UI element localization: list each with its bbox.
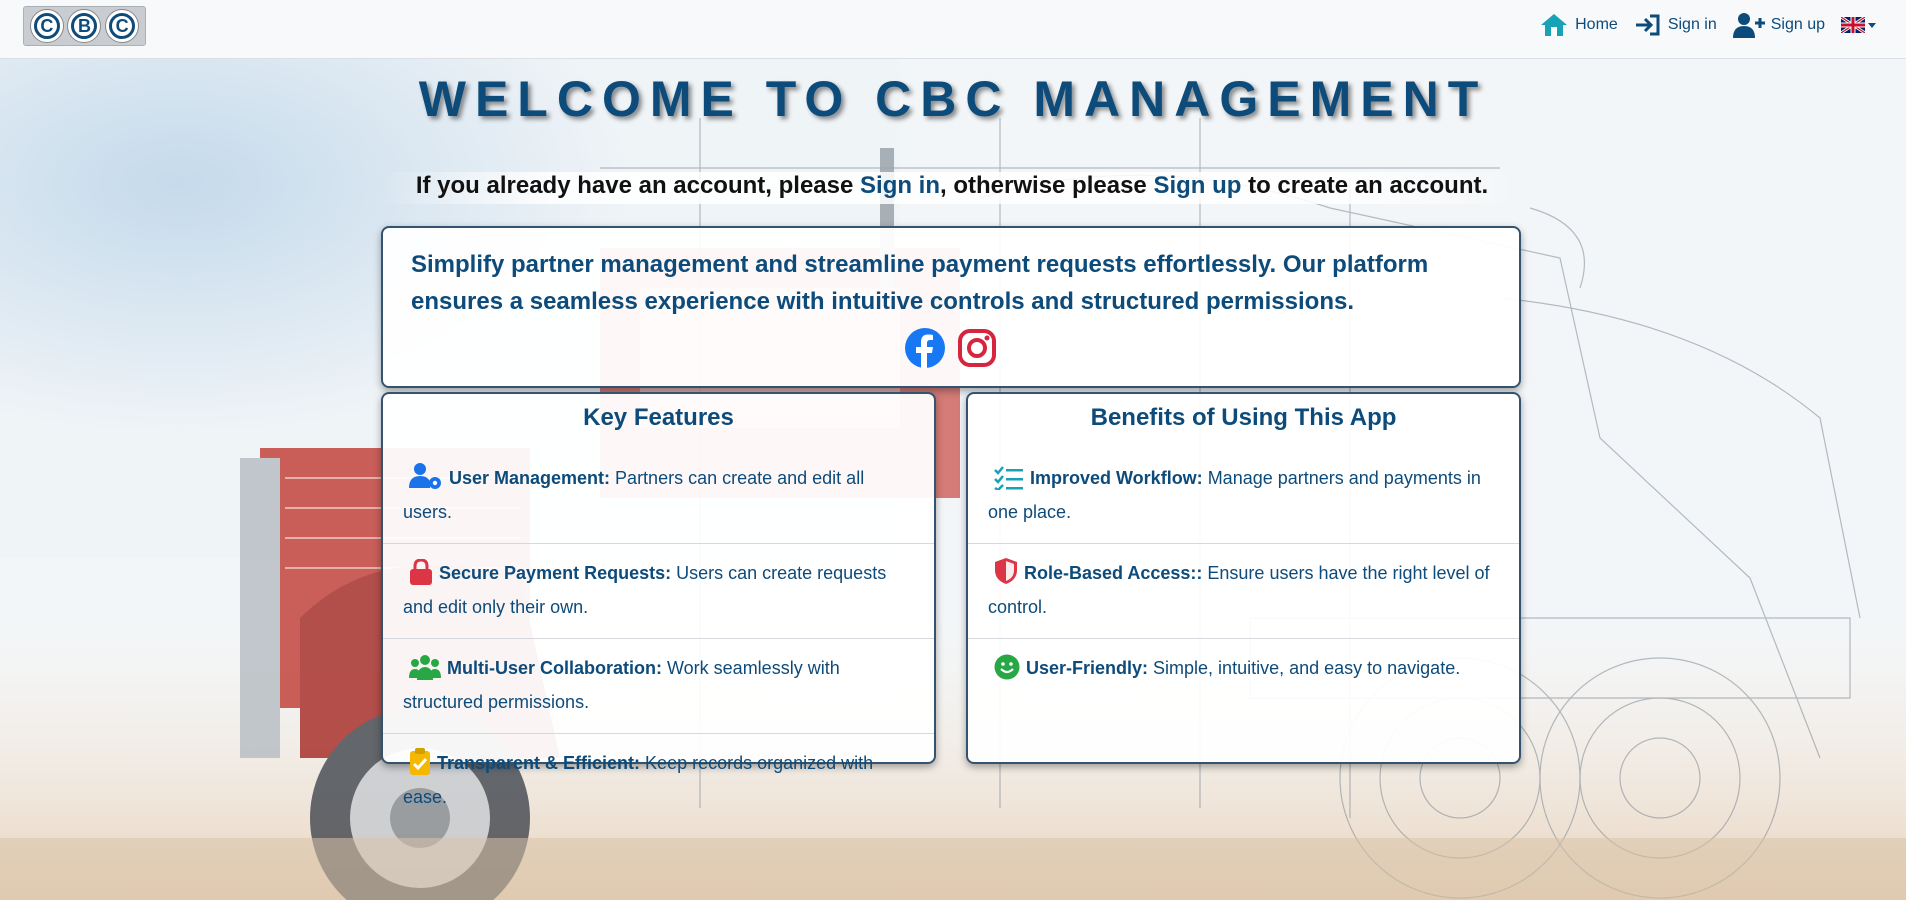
nav-signin-label: Sign in [1667,16,1717,33]
nav-home-link[interactable]: Home [1539,12,1618,38]
shield-icon [995,558,1017,584]
intro-suffix: to create an account. [1241,172,1489,199]
intro-text: If you already have an account, please S… [380,172,1524,204]
benefit-text: Simple, intuitive, and easy to navigate. [1148,658,1461,678]
intro-signin-link[interactable]: Sign in [860,172,940,199]
features-heading: Key Features [583,404,734,431]
feature-title: Transparent & Efficient: [437,753,641,773]
key-features-card: Key Features User Management: Partners c… [381,392,936,807]
benefit-item: Role-Based Access:: Ensure users have th… [968,544,1519,639]
chevron-down-icon [1868,22,1876,28]
intro-middle: , otherwise please [940,172,1154,199]
facebook-icon[interactable] [905,328,945,368]
social-links [411,328,1491,368]
nav-signin-link[interactable]: Sign in [1634,13,1717,37]
feature-item: User Management: Partners can create and… [383,449,934,544]
nav-links: Home Sign in Sign up [1539,12,1876,38]
list-check-icon [994,466,1023,490]
benefit-title: Role-Based Access:: [1024,563,1203,583]
about-card: Simplify partner management and streamli… [381,226,1521,388]
about-text: Simplify partner management and streamli… [411,251,1429,315]
feature-title: Secure Payment Requests: [439,563,672,583]
feature-item: Multi-User Collaboration: Work seamlessl… [383,639,934,734]
nav-signup-label: Sign up [1770,16,1825,33]
navbar: C B C Home Sign in Sign up [0,0,1906,59]
home-icon [1541,14,1568,36]
benefits-card: Benefits of Using This App Improved Work… [966,392,1521,764]
feature-title: User Management: [449,468,611,488]
people-icon [409,655,441,680]
intro-prefix: If you already have an account, please [415,172,861,199]
intro-signup-link[interactable]: Sign up [1153,172,1241,199]
logo-letter-c2: C [105,9,140,43]
benefits-heading: Benefits of Using This App [1090,404,1397,431]
feature-title: Multi-User Collaboration: [447,658,662,678]
nav-signup-link[interactable]: Sign up [1732,12,1825,38]
user-plus-icon [1732,13,1765,38]
sign-in-icon [1635,14,1660,36]
logo-letter-b: B [67,9,102,43]
benefit-title: Improved Workflow: [1030,468,1203,488]
lock-icon [410,559,432,585]
benefit-title: User-Friendly: [1026,658,1149,678]
clipboard-check-icon [410,748,430,775]
benefit-item: Improved Workflow: Manage partners and p… [968,449,1519,544]
page-title: WELCOME TO CBC MANAGEMENT [418,71,1488,127]
language-dropdown[interactable] [1841,17,1876,33]
brand-logo[interactable]: C B C [23,6,146,46]
benefit-item: User-Friendly: Simple, intuitive, and ea… [968,639,1519,699]
logo-letter-c1: C [29,9,64,43]
user-gear-icon [409,463,441,489]
instagram-icon[interactable] [957,328,997,368]
smile-icon [994,654,1020,680]
feature-item: Secure Payment Requests: Users can creat… [383,544,934,639]
feature-item: Transparent & Efficient: Keep records or… [383,734,934,828]
nav-home-label: Home [1575,16,1618,33]
uk-flag-icon [1841,17,1865,33]
